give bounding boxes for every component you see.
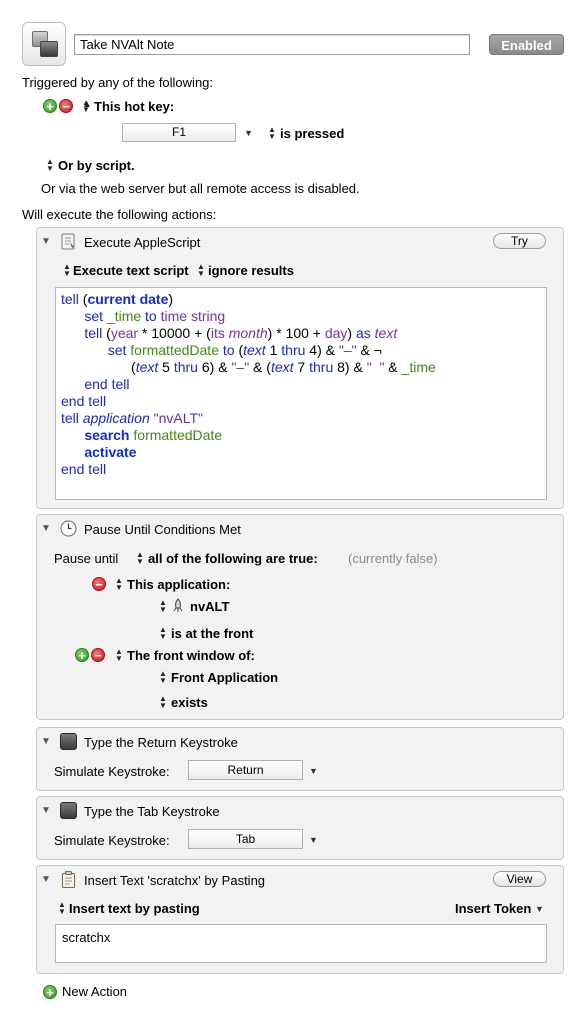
insert-mode-popup-icon[interactable]: ▲ ▼ xyxy=(58,901,66,916)
keystroke-field[interactable]: Tab xyxy=(188,829,303,849)
condition2-target[interactable]: Front Application xyxy=(171,670,278,685)
hotkey-field[interactable]: F1 xyxy=(122,123,236,142)
applescript-editor[interactable]: tell (current date) set _time to time st… xyxy=(55,287,547,500)
keycap-icon xyxy=(60,802,77,819)
script-trigger-popup-icon[interactable]: ▲ ▼ xyxy=(46,158,54,173)
collapse-triangle-icon[interactable]: ▼ xyxy=(41,874,51,885)
app-popup-icon[interactable]: ▲ ▼ xyxy=(159,599,167,614)
condition1-label: This application: xyxy=(127,577,231,592)
window-state-popup-icon[interactable]: ▲ ▼ xyxy=(159,695,167,710)
collapse-triangle-icon[interactable]: ▼ xyxy=(41,736,51,747)
action-insert-text[interactable]: ▼ Insert Text 'scratchx' by Pasting View… xyxy=(36,865,564,974)
rocket-icon xyxy=(173,598,183,612)
remove-condition-icon[interactable]: − xyxy=(92,577,106,591)
results-mode[interactable]: ignore results xyxy=(208,263,294,278)
hotkey-mode[interactable]: is pressed xyxy=(280,126,344,141)
results-popup-icon[interactable]: ▲ ▼ xyxy=(197,263,205,278)
condition-popup-icon[interactable]: ▲ ▼ xyxy=(136,551,144,566)
pause-prefix: Pause until xyxy=(54,551,119,566)
condition-status: (currently false) xyxy=(348,551,438,566)
actions-heading: Will execute the following actions: xyxy=(22,207,217,222)
script-mode-popup-icon[interactable]: ▲ ▼ xyxy=(63,263,71,278)
new-action-icon[interactable]: + xyxy=(43,985,57,999)
keycap-icon xyxy=(60,733,77,750)
keystroke-dropdown-icon[interactable]: ▼ xyxy=(309,835,318,845)
action-title: Type the Tab Keystroke xyxy=(84,804,220,819)
try-button[interactable]: Try xyxy=(493,233,546,249)
window-target-popup-icon[interactable]: ▲ ▼ xyxy=(159,670,167,685)
remove-trigger-icon[interactable]: − xyxy=(59,99,73,113)
collapse-triangle-icon[interactable]: ▼ xyxy=(41,523,51,534)
keystroke-dropdown-icon[interactable]: ▼ xyxy=(309,766,318,776)
enabled-button[interactable]: Enabled xyxy=(489,34,564,55)
new-action-label[interactable]: New Action xyxy=(62,984,127,999)
insert-token-dropdown-icon[interactable]: ▼ xyxy=(535,904,544,914)
action-title: Type the Return Keystroke xyxy=(84,735,238,750)
script-trigger-label: Or by script. xyxy=(58,158,135,173)
trigger-type-popup-icon[interactable]: ▲ ▼ xyxy=(82,99,90,114)
collapse-triangle-icon[interactable]: ▼ xyxy=(41,805,51,816)
keystroke-field[interactable]: Return xyxy=(188,760,303,780)
condition1-app[interactable]: nvALT xyxy=(190,599,229,614)
action-title: Pause Until Conditions Met xyxy=(84,522,241,537)
action-pause-until[interactable]: ▼ Pause Until Conditions Met Pause until… xyxy=(36,514,564,720)
clock-icon xyxy=(60,520,77,537)
web-server-note: Or via the web server but all remote acc… xyxy=(41,181,360,196)
keystroke-label: Simulate Keystroke: xyxy=(54,764,170,779)
triggers-heading: Triggered by any of the following: xyxy=(22,75,214,90)
action-execute-applescript[interactable]: ▼ Execute AppleScript Try ▲ ▼ Execute tex… xyxy=(36,227,564,509)
script-icon xyxy=(61,233,75,250)
macro-window-icon[interactable] xyxy=(22,22,66,66)
condition2-label: The front window of: xyxy=(127,648,255,663)
view-button[interactable]: View xyxy=(493,871,546,887)
action-type-tab[interactable]: ▼ Type the Tab Keystroke Simulate Keystr… xyxy=(36,796,564,860)
insert-text-area[interactable]: scratchx xyxy=(55,924,547,963)
condition-type-popup-icon[interactable]: ▲ ▼ xyxy=(115,648,123,663)
app-state-popup-icon[interactable]: ▲ ▼ xyxy=(159,626,167,641)
action-title: Insert Text 'scratchx' by Pasting xyxy=(84,873,266,888)
action-type-return[interactable]: ▼ Type the Return Keystroke Simulate Key… xyxy=(36,727,564,791)
hotkey-label: This hot key: xyxy=(94,99,175,114)
insert-mode[interactable]: Insert text by pasting xyxy=(69,901,200,916)
clipboard-icon xyxy=(62,871,75,888)
condition2-state[interactable]: exists xyxy=(171,695,208,710)
add-condition-icon[interactable]: + xyxy=(75,648,89,662)
condition1-state[interactable]: is at the front xyxy=(171,626,253,641)
insert-token-menu[interactable]: Insert Token xyxy=(455,901,531,916)
add-trigger-icon[interactable]: + xyxy=(43,99,57,113)
condition-mode[interactable]: all of the following are true: xyxy=(148,551,318,566)
action-title: Execute AppleScript xyxy=(84,235,201,250)
script-mode[interactable]: Execute text script xyxy=(73,263,189,278)
macro-name-input[interactable] xyxy=(74,34,470,55)
condition-type-popup-icon[interactable]: ▲ ▼ xyxy=(115,577,123,592)
hotkey-dropdown-icon[interactable]: ▼ xyxy=(244,128,253,138)
collapse-triangle-icon[interactable]: ▼ xyxy=(41,236,51,247)
remove-condition-icon[interactable]: − xyxy=(91,648,105,662)
hotkey-mode-popup-icon[interactable]: ▲ ▼ xyxy=(268,126,276,141)
keystroke-label: Simulate Keystroke: xyxy=(54,833,170,848)
